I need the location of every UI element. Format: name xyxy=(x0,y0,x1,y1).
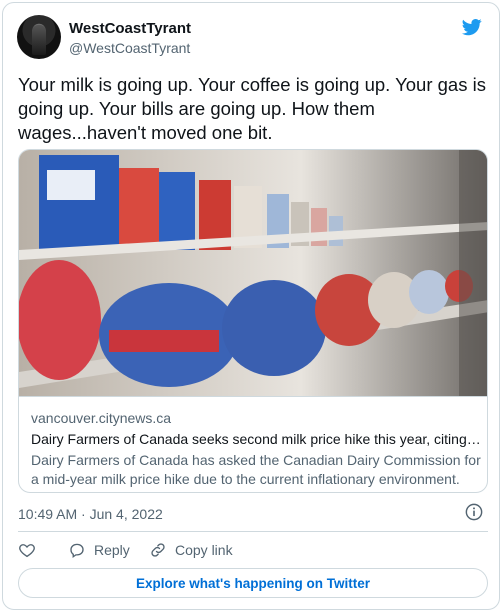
link-icon xyxy=(151,543,165,557)
dairy-shelf-illustration xyxy=(19,150,487,396)
explore-twitter-button[interactable]: Explore what's happening on Twitter xyxy=(18,568,488,598)
link-preview-card[interactable]: vancouver.citynews.ca Dairy Farmers of C… xyxy=(18,149,488,493)
divider xyxy=(18,531,488,532)
copy-link-label: Copy link xyxy=(175,542,233,558)
action-bar: Reply Copy link xyxy=(3,539,501,563)
twitter-bird-icon[interactable] xyxy=(461,17,483,37)
heart-icon xyxy=(19,544,35,558)
tweet-text: Your milk is going up. Your coffee is go… xyxy=(18,74,486,143)
copy-link-button[interactable]: Copy link xyxy=(149,539,233,561)
link-description: Dairy Farmers of Canada has asked the Ca… xyxy=(31,452,481,487)
like-button[interactable] xyxy=(18,539,36,561)
info-icon[interactable] xyxy=(465,503,483,521)
tweet-card: WestCoastTyrant @WestCoastTyrant Your mi… xyxy=(2,2,500,610)
reply-label: Reply xyxy=(94,542,130,558)
link-headline: Dairy Farmers of Canada seeks second mil… xyxy=(31,431,481,447)
avatar-figure xyxy=(32,25,46,55)
article-image[interactable] xyxy=(19,150,487,396)
link-domain: vancouver.citynews.ca xyxy=(31,410,172,426)
reply-icon xyxy=(70,543,84,559)
link-meta[interactable]: vancouver.citynews.ca Dairy Farmers of C… xyxy=(19,396,487,492)
tweet-timestamp[interactable]: 10:49 AM · Jun 4, 2022 xyxy=(18,506,163,522)
avatar[interactable] xyxy=(17,15,61,59)
author-handle[interactable]: @WestCoastTyrant xyxy=(69,40,190,56)
author-display-name[interactable]: WestCoastTyrant xyxy=(69,20,191,37)
reply-button[interactable]: Reply xyxy=(68,539,130,561)
